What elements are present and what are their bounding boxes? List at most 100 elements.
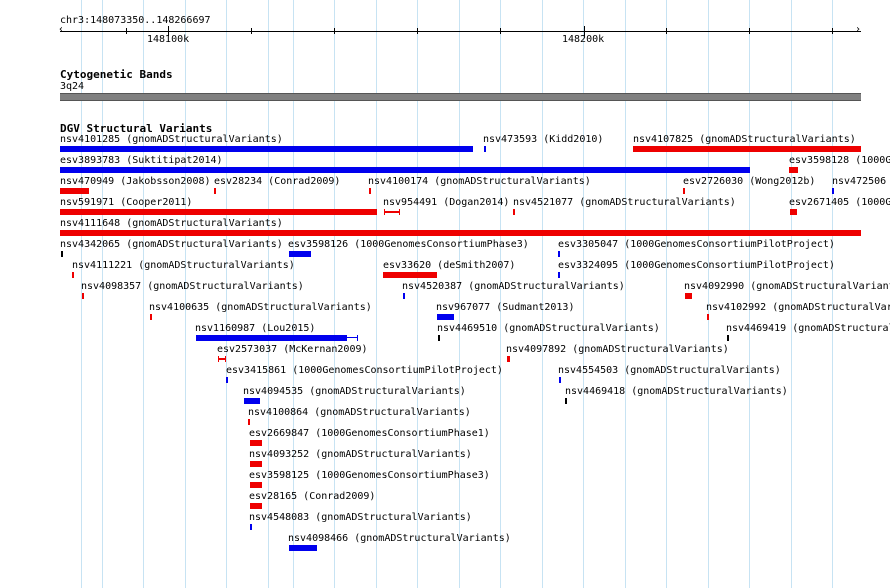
ruler-location: chr3:148073350..148266697 [60, 15, 211, 26]
variant-label[interactable]: esv3598125 (1000GenomesConsortiumPhase3) [249, 470, 490, 482]
variant-bar[interactable] [250, 440, 262, 446]
variant-bar[interactable] [633, 146, 861, 152]
variant-bar[interactable] [789, 167, 798, 173]
variant-bar-end [225, 356, 226, 362]
grid-line [226, 0, 227, 588]
variant-bar[interactable] [244, 398, 260, 404]
grid-line [376, 0, 377, 588]
variant-label[interactable]: nsv4102992 (gnomADStructuralVariants) [706, 302, 890, 314]
variant-bar[interactable] [558, 272, 560, 278]
ruler-axis [60, 31, 861, 32]
variant-bar[interactable] [685, 293, 692, 299]
variant-label[interactable]: esv3893783 (Suktitipat2014) [60, 155, 223, 167]
variant-label[interactable]: nsv4111648 (gnomADStructuralVariants) [60, 218, 283, 230]
variant-bar[interactable] [484, 146, 486, 152]
variant-label[interactable]: esv33620 (deSmith2007) [383, 260, 515, 272]
variant-label[interactable]: nsv4100635 (gnomADStructuralVariants) [149, 302, 372, 314]
variant-label[interactable]: nsv473593 (Kidd2010) [483, 134, 603, 146]
variant-bar[interactable] [250, 482, 262, 488]
variant-bar[interactable] [60, 230, 861, 236]
variant-label[interactable]: esv28234 (Conrad2009) [214, 176, 340, 188]
variant-label[interactable]: nsv4342065 (gnomADStructuralVariants) [60, 239, 283, 251]
variant-bar[interactable] [60, 188, 89, 194]
scroll-left-arrow[interactable]: ‹ [58, 25, 64, 35]
variant-label[interactable]: nsv591971 (Cooper2011) [60, 197, 192, 209]
variant-bar[interactable] [507, 356, 510, 362]
variant-bar-end [218, 356, 219, 362]
variant-label[interactable]: nsv967077 (Sudmant2013) [436, 302, 574, 314]
variant-label[interactable]: esv2671405 (1000GenomesConsortiumPilotPr… [789, 197, 890, 209]
variant-label[interactable]: nsv4092990 (gnomADStructuralVariants) [684, 281, 890, 293]
variant-label[interactable]: esv3324095 (1000GenomesConsortiumPilotPr… [558, 260, 835, 272]
variant-label[interactable]: nsv4520387 (gnomADStructuralVariants) [402, 281, 625, 293]
variant-label[interactable]: esv28165 (Conrad2009) [249, 491, 375, 503]
variant-bar[interactable] [707, 314, 709, 320]
variant-label[interactable]: nsv4107825 (gnomADStructuralVariants) [633, 134, 856, 146]
grid-line [625, 0, 626, 588]
variant-label[interactable]: nsv4093252 (gnomADStructuralVariants) [249, 449, 472, 461]
variant-bar[interactable] [61, 251, 63, 257]
variant-bar[interactable] [403, 293, 405, 299]
variant-bar[interactable] [226, 377, 228, 383]
variant-bar[interactable] [683, 188, 685, 194]
variant-label[interactable]: esv2726030 (Wong2012b) [683, 176, 815, 188]
grid-line [583, 0, 584, 588]
variant-bar[interactable] [60, 146, 473, 152]
variant-bar[interactable] [72, 272, 74, 278]
variant-bar[interactable] [437, 314, 454, 320]
scroll-right-arrow[interactable]: › [855, 25, 861, 35]
cytoband-bar[interactable] [60, 93, 861, 101]
variant-bar[interactable] [513, 209, 515, 215]
variant-label[interactable]: nsv4094535 (gnomADStructuralVariants) [243, 386, 466, 398]
variant-bar[interactable] [248, 419, 250, 425]
variant-bar[interactable] [150, 314, 152, 320]
variant-label[interactable]: nsv4101285 (gnomADStructuralVariants) [60, 134, 283, 146]
variant-label[interactable]: nsv4548083 (gnomADStructuralVariants) [249, 512, 472, 524]
variant-bar[interactable] [559, 377, 561, 383]
variant-bar[interactable] [60, 209, 377, 215]
ruler-minor-tick [126, 28, 127, 34]
variant-bar[interactable] [384, 211, 400, 213]
variant-bar[interactable] [82, 293, 84, 299]
variant-label[interactable]: esv2573037 (McKernan2009) [217, 344, 368, 356]
variant-label[interactable]: nsv954491 (Dogan2014) [383, 197, 509, 209]
variant-label[interactable]: nsv4098357 (gnomADStructuralVariants) [81, 281, 304, 293]
variant-label[interactable]: esv3598128 (1000GenomesConsortiumPhase3) [789, 155, 890, 167]
variant-label[interactable]: nsv4100174 (gnomADStructuralVariants) [368, 176, 591, 188]
variant-label[interactable]: nsv4469418 (gnomADStructuralVariants) [565, 386, 788, 398]
variant-bar[interactable] [289, 251, 311, 257]
ruler-minor-tick [749, 28, 750, 34]
variant-label[interactable]: nsv472506 (Kidd2010) [832, 176, 890, 188]
variant-bar[interactable] [60, 167, 750, 173]
grid-line [185, 0, 186, 588]
variant-label[interactable]: nsv4100864 (gnomADStructuralVariants) [248, 407, 471, 419]
variant-bar[interactable] [250, 461, 262, 467]
ruler-minor-tick [832, 28, 833, 34]
variant-label[interactable]: nsv4097892 (gnomADStructuralVariants) [506, 344, 729, 356]
variant-label[interactable]: nsv4469419 (gnomADStructuralVariants) [726, 323, 890, 335]
variant-bar[interactable] [369, 188, 371, 194]
variant-bar[interactable] [565, 398, 567, 404]
variant-label[interactable]: esv3415861 (1000GenomesConsortiumPilotPr… [226, 365, 503, 377]
variant-label[interactable]: esv3598126 (1000GenomesConsortiumPhase3) [288, 239, 529, 251]
variant-label[interactable]: nsv4469510 (gnomADStructuralVariants) [437, 323, 660, 335]
variant-bar[interactable] [558, 251, 560, 257]
variant-bar[interactable] [832, 188, 834, 194]
variant-label[interactable]: nsv1160987 (Lou2015) [195, 323, 315, 335]
variant-bar[interactable] [196, 335, 347, 341]
variant-bar[interactable] [214, 188, 216, 194]
variant-label[interactable]: esv3305047 (1000GenomesConsortiumPilotPr… [558, 239, 835, 251]
variant-bar[interactable] [727, 335, 729, 341]
variant-bar[interactable] [438, 335, 440, 341]
variant-bar[interactable] [250, 503, 262, 509]
variant-label[interactable]: nsv470949 (Jakobsson2008) [60, 176, 211, 188]
variant-label[interactable]: nsv4111221 (gnomADStructuralVariants) [72, 260, 295, 272]
variant-label[interactable]: nsv4098466 (gnomADStructuralVariants) [288, 533, 511, 545]
variant-label[interactable]: nsv4554503 (gnomADStructuralVariants) [558, 365, 781, 377]
variant-bar[interactable] [383, 272, 437, 278]
variant-bar[interactable] [250, 524, 252, 530]
variant-label[interactable]: esv2669847 (1000GenomesConsortiumPhase1) [249, 428, 490, 440]
variant-label[interactable]: nsv4521077 (gnomADStructuralVariants) [513, 197, 736, 209]
variant-bar[interactable] [790, 209, 797, 215]
variant-bar[interactable] [289, 545, 317, 551]
